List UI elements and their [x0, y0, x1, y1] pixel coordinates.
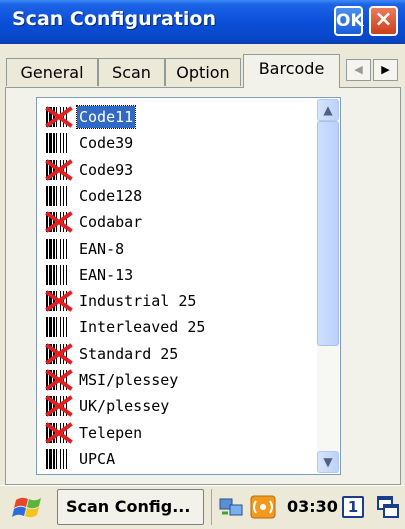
barcode-list-item-label: EAN-8	[79, 239, 125, 258]
barcode-list-item-label: EAN-13	[79, 265, 134, 284]
barcode-disabled-icon[interactable]	[45, 290, 73, 312]
barcode-list-item-label: UPCA	[79, 449, 116, 468]
tab-option[interactable]: Option	[165, 58, 241, 86]
barcode-list-item[interactable]: Code39	[43, 130, 313, 156]
clock[interactable]: 03:30	[287, 489, 338, 525]
window-title: Scan Configuration	[12, 8, 217, 30]
tab-scan[interactable]: Scan	[98, 58, 165, 86]
tab-strip: General Scan Option Barcode ◀ ▶	[0, 44, 405, 88]
start-button[interactable]	[12, 494, 46, 522]
barcode-list-item-label: UK/plessey	[79, 397, 170, 416]
barcode-disabled-icon[interactable]	[45, 211, 73, 233]
barcode-list-item[interactable]: Code128	[43, 183, 313, 209]
scroll-thumb[interactable]	[317, 121, 339, 346]
ok-button[interactable]: OK	[334, 6, 364, 36]
barcode-list-item[interactable]: Codabar	[43, 209, 313, 235]
barcode-enabled-icon[interactable]	[45, 316, 73, 338]
barcode-list-item-label: Code11	[75, 105, 137, 129]
network-icon[interactable]	[218, 495, 248, 519]
barcode-listbox[interactable]: Code11 Code39 Code93 Code128 Codabar EAN-8 EAN…	[36, 97, 341, 475]
barcode-list-item-label: Code128	[79, 186, 143, 205]
barcode-list-item-label: Industrial 25	[79, 292, 197, 311]
barcode-list-item[interactable]: Standard 25	[43, 341, 313, 367]
barcode-list-item-label: Telepen	[79, 423, 143, 442]
barcode-disabled-icon[interactable]	[45, 158, 73, 181]
tab-scroll-right-button[interactable]: ▶	[373, 59, 398, 81]
barcode-disabled-icon[interactable]	[45, 395, 73, 418]
barcode-list-item-label: Interleaved 25	[79, 318, 206, 337]
barcode-list-item[interactable]: UPCA	[43, 446, 313, 472]
barcode-panel: Code11 Code39 Code93 Code128 Codabar EAN-8 EAN…	[5, 87, 401, 485]
scroll-down-button[interactable]: ▼	[317, 451, 339, 473]
barcode-list-item[interactable]: Interleaved 25	[43, 314, 313, 340]
barcode-list-item-label: MSI/plessey	[79, 371, 179, 389]
barcode-enabled-icon[interactable]	[45, 185, 73, 207]
scroll-up-button[interactable]: ▲	[317, 99, 339, 121]
tab-barcode[interactable]: Barcode	[243, 54, 340, 88]
barcode-list-item[interactable]: Industrial 25	[43, 288, 313, 314]
tab-scroll-arrows: ◀ ▶	[346, 59, 402, 81]
barcode-disabled-icon[interactable]	[45, 342, 73, 365]
tab-scroll-left-button[interactable]: ◀	[346, 59, 371, 81]
barcode-list-item[interactable]: EAN-13	[43, 262, 313, 288]
barcode-enabled-icon[interactable]	[45, 448, 73, 470]
tab-general[interactable]: General	[6, 58, 98, 86]
barcode-list-item[interactable]: MSI/plessey	[43, 367, 313, 393]
barcode-disabled-icon[interactable]	[45, 421, 73, 444]
taskbar-item-scan-config[interactable]: Scan Config...	[57, 489, 204, 525]
desktop-number-badge[interactable]: 1	[342, 496, 364, 518]
barcode-enabled-icon[interactable]	[45, 132, 73, 154]
barcode-list-item-label: Code39	[79, 134, 134, 153]
barcode-list-item[interactable]: Telepen	[43, 420, 313, 446]
barcode-disabled-icon[interactable]	[45, 369, 73, 391]
barcode-disabled-icon[interactable]	[45, 106, 73, 128]
system-tray: 03:30 1	[211, 489, 371, 525]
close-button[interactable]: ×	[369, 6, 398, 36]
taskbar: Scan Config... 03:30 1	[0, 485, 405, 529]
barcode-list-item[interactable]: UK/plessey	[43, 393, 313, 419]
windows-flag-icon	[12, 497, 41, 518]
title-bar: Scan Configuration OK ×	[0, 0, 405, 44]
barcode-list-item-label: Codabar	[79, 213, 143, 232]
barcode-list-item-label: Standard 25	[79, 344, 179, 363]
barcode-enabled-icon[interactable]	[45, 238, 73, 260]
barcode-enabled-icon[interactable]	[45, 264, 73, 286]
barcode-list-item[interactable]: Code11	[43, 104, 313, 130]
wireless-signal-icon[interactable]	[250, 495, 276, 519]
barcode-list-item[interactable]: Code93	[43, 157, 313, 183]
barcode-list-item[interactable]: EAN-8	[43, 236, 313, 262]
barcode-list-item-label: Code93	[79, 160, 134, 179]
window-switch-icon[interactable]	[376, 495, 400, 519]
vertical-scrollbar[interactable]: ▲ ▼	[317, 99, 339, 473]
